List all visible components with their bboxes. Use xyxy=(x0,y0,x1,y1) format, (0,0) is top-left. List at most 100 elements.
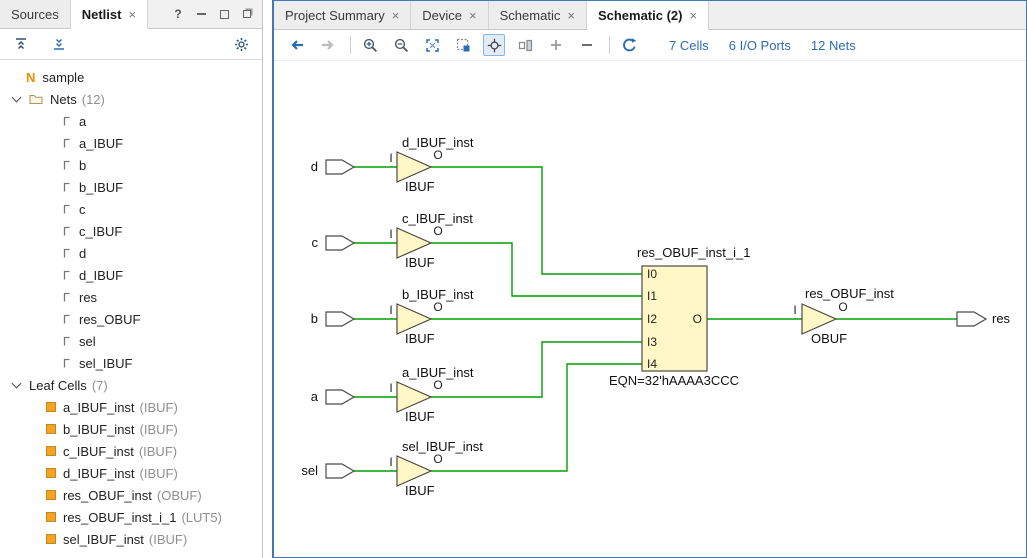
tree-item-leaf-cell[interactable]: a_IBUF_inst (IBUF) xyxy=(0,396,262,418)
tab-label: Sources xyxy=(11,7,59,22)
input-port-sel[interactable]: sel xyxy=(301,463,354,478)
settings-button[interactable] xyxy=(230,33,252,55)
tab-schematic-2[interactable]: Schematic (2) × xyxy=(587,1,709,30)
tree-item-leaf-cell[interactable]: b_IBUF_inst (IBUF) xyxy=(0,418,262,440)
close-icon[interactable]: × xyxy=(128,8,136,21)
pin-label-out: O xyxy=(433,378,442,392)
zoom-fit-button[interactable] xyxy=(421,34,443,56)
ibuf-cell-a[interactable]: I O a_IBUF_inst IBUF xyxy=(389,365,474,424)
forward-button[interactable] xyxy=(317,34,339,56)
tree-item-net[interactable]: d_IBUF xyxy=(0,264,262,286)
collapse-all-button[interactable] xyxy=(10,33,32,55)
port-shape[interactable] xyxy=(326,312,354,326)
regenerate-button[interactable] xyxy=(618,34,640,56)
folder-icon xyxy=(29,93,43,105)
pin-label-out: O xyxy=(433,148,442,162)
schematic-canvas[interactable]: d c b a sel I O xyxy=(274,61,1025,557)
input-port-d[interactable]: d xyxy=(311,159,354,174)
port-shape[interactable] xyxy=(957,312,986,326)
expand-all-button[interactable] xyxy=(48,33,70,55)
zoom-out-button[interactable] xyxy=(390,34,412,56)
buffer-shape[interactable] xyxy=(397,456,431,486)
close-icon[interactable]: × xyxy=(567,9,575,22)
tree-item-net[interactable]: c_IBUF xyxy=(0,220,262,242)
buffer-shape[interactable] xyxy=(397,152,431,182)
tab-schematic[interactable]: Schematic × xyxy=(489,1,587,29)
float-button[interactable] xyxy=(240,7,254,21)
tree-item-leaf-cell[interactable]: sel_IBUF_inst (IBUF) xyxy=(0,528,262,550)
tree-item-leaf-cell[interactable]: res_OBUF_inst_i_1 (LUT5) xyxy=(0,506,262,528)
port-shape[interactable] xyxy=(326,160,354,174)
buffer-shape[interactable] xyxy=(397,304,431,334)
remove-from-schematic-button[interactable] xyxy=(576,34,598,56)
output-port-res[interactable]: res xyxy=(957,311,1011,326)
buffer-shape[interactable] xyxy=(802,304,836,334)
tree-item-net[interactable]: sel_IBUF xyxy=(0,352,262,374)
cell-name: res_OBUF_inst_i_1 xyxy=(637,245,750,260)
expand-cone-button[interactable] xyxy=(514,34,536,56)
leaf-cell-icon xyxy=(46,534,56,544)
lut5-cell[interactable]: res_OBUF_inst_i_1 I0 I1 I2 I3 I4 O EQN=3… xyxy=(609,245,750,388)
cell-name: res_OBUF_inst xyxy=(805,286,894,301)
ibuf-cell-d[interactable]: I O d_IBUF_inst IBUF xyxy=(389,135,474,194)
tree-group-nets[interactable]: Nets (12) xyxy=(0,88,262,110)
chevron-down-icon[interactable] xyxy=(12,379,22,389)
port-shape[interactable] xyxy=(326,236,354,250)
tab-project-summary[interactable]: Project Summary × xyxy=(274,1,411,29)
tree-item-net[interactable]: b xyxy=(0,154,262,176)
input-port-a[interactable]: a xyxy=(311,389,354,404)
cell-type: IBUF xyxy=(405,331,435,346)
tree-item-net[interactable]: b_IBUF xyxy=(0,176,262,198)
tree-item-root[interactable]: N sample xyxy=(0,66,262,88)
tab-device[interactable]: Device × xyxy=(411,1,488,29)
port-label: c xyxy=(312,235,319,250)
tree-group-leaf-cells[interactable]: Leaf Cells (7) xyxy=(0,374,262,396)
ibuf-cell-sel[interactable]: I O sel_IBUF_inst IBUF xyxy=(389,439,483,498)
tab-label: Project Summary xyxy=(285,8,385,23)
tree-item-leaf-cell[interactable]: d_IBUF_inst (IBUF) xyxy=(0,462,262,484)
chevron-down-icon[interactable] xyxy=(12,93,22,103)
tree-item-net[interactable]: d xyxy=(0,242,262,264)
tab-sources[interactable]: Sources xyxy=(0,0,71,28)
cell-type-label: (IBUF) xyxy=(139,444,177,459)
tab-netlist[interactable]: Netlist × xyxy=(71,0,148,29)
minimize-button[interactable] xyxy=(194,7,208,21)
back-button[interactable] xyxy=(286,34,308,56)
pin-label-in: I xyxy=(389,303,392,317)
cells-count-link[interactable]: 7 Cells xyxy=(669,38,709,53)
tree-item-leaf-cell[interactable]: c_IBUF_inst (IBUF) xyxy=(0,440,262,462)
input-port-c[interactable]: c xyxy=(312,235,355,250)
autofit-selection-button[interactable] xyxy=(483,34,505,56)
zoom-selection-button[interactable] xyxy=(452,34,474,56)
buffer-shape[interactable] xyxy=(397,228,431,258)
obuf-cell[interactable]: res_OBUF_inst I O OBUF xyxy=(793,286,894,346)
maximize-button[interactable] xyxy=(217,7,231,21)
port-shape[interactable] xyxy=(326,390,354,404)
zoom-in-button[interactable] xyxy=(359,34,381,56)
tree-item-net[interactable]: res xyxy=(0,286,262,308)
add-to-schematic-button[interactable] xyxy=(545,34,567,56)
help-icon: ? xyxy=(174,7,181,21)
cell-name: c_IBUF_inst xyxy=(402,211,473,226)
io-ports-count-link[interactable]: 6 I/O Ports xyxy=(729,38,791,53)
netlist-icon: N xyxy=(26,70,35,85)
ibuf-cell-b[interactable]: I O b_IBUF_inst IBUF xyxy=(389,287,474,346)
close-icon[interactable]: × xyxy=(689,9,697,22)
tree-item-net[interactable]: sel xyxy=(0,330,262,352)
nets-count-link[interactable]: 12 Nets xyxy=(811,38,856,53)
ibuf-cell-c[interactable]: I O c_IBUF_inst IBUF xyxy=(389,211,473,270)
buffer-shape[interactable] xyxy=(397,382,431,412)
close-icon[interactable]: × xyxy=(392,9,400,22)
tree-label: c_IBUF_inst xyxy=(63,444,134,459)
help-button[interactable]: ? xyxy=(171,7,185,21)
input-port-b[interactable]: b xyxy=(311,311,354,326)
port-label: res xyxy=(992,311,1011,326)
close-icon[interactable]: × xyxy=(469,9,477,22)
tree-item-net[interactable]: a_IBUF xyxy=(0,132,262,154)
port-shape[interactable] xyxy=(326,464,354,478)
tree-item-net[interactable]: c xyxy=(0,198,262,220)
tree-item-net[interactable]: res_OBUF xyxy=(0,308,262,330)
tree-item-net[interactable]: a xyxy=(0,110,262,132)
tree-item-leaf-cell[interactable]: res_OBUF_inst (OBUF) xyxy=(0,484,262,506)
schematic-panel: Project Summary × Device × Schematic × S… xyxy=(272,0,1027,558)
